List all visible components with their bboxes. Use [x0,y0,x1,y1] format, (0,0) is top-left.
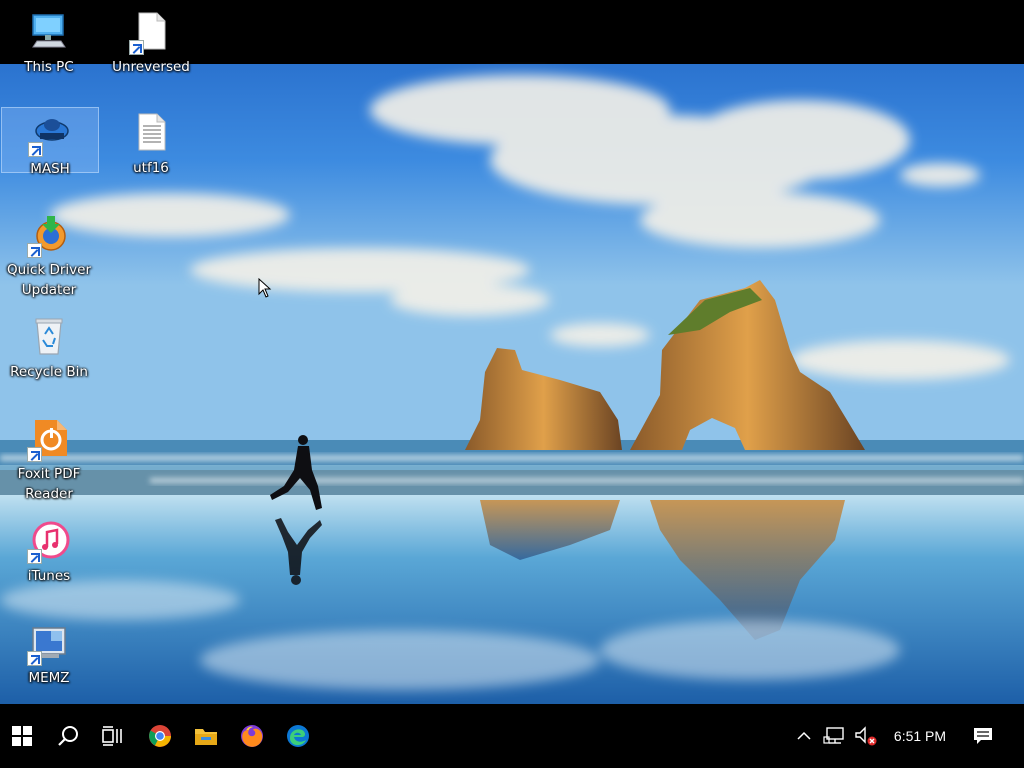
shortcut-arrow-icon [28,142,43,157]
network-tray-button[interactable] [822,704,846,768]
edge-icon [287,725,309,747]
desktop-icon-recycle-bin[interactable]: Recycle Bin [0,311,98,407]
desktop-icon-mash[interactable]: MASH [1,107,99,177]
desktop-icon-itunes[interactable]: iTunes [0,515,98,611]
windows-start-icon [12,726,32,746]
chrome-taskbar-button[interactable] [138,704,182,768]
desktop-icon-label: Quick Driver Updater [6,262,91,298]
desktop-icon-utf16[interactable]: utf16 [102,107,200,203]
desktop-icon-label: Unreversed [112,59,190,75]
desktop-icon-label: utf16 [133,160,169,176]
action-center-icon [974,728,992,744]
quick-driver-updater-icon [27,214,71,258]
start-button[interactable] [0,704,44,768]
desktop-icon-memz[interactable]: MEMZ [0,617,98,713]
network-icon [823,727,844,744]
show-hidden-icons-button[interactable] [792,704,816,768]
itunes-icon [27,520,71,564]
chrome-icon [149,725,171,747]
desktop-icon-unreversed[interactable]: Unreversed [102,6,200,102]
desktop-icon-foxit-pdf-reader[interactable]: Foxit PDF Reader [0,413,98,509]
file-explorer-taskbar-button[interactable] [184,704,228,768]
search-button[interactable] [46,704,90,768]
desktop-wallpaper [0,0,1024,704]
memz-icon [27,622,71,666]
desktop-icon-quick-driver-updater[interactable]: Quick Driver Updater [0,209,98,305]
firefox-icon [241,725,263,747]
desktop-icon-label: iTunes [27,568,71,584]
shortcut-arrow-icon [27,549,42,564]
desktop-icon-label: Recycle Bin [10,364,88,380]
shortcut-arrow-icon [27,447,42,462]
desktop-icon-this-pc[interactable]: This PC [0,6,98,102]
foxit-pdf-icon [27,418,71,462]
desktop-icon-label: MASH [30,161,70,177]
shortcut-arrow-icon [27,651,42,666]
desktop-icon-label: This PC [24,59,74,75]
edge-taskbar-button[interactable] [276,704,320,768]
file-icon [129,11,173,55]
this-pc-icon [27,11,71,55]
firefox-taskbar-button[interactable] [230,704,274,768]
desktop-icon-label: MEMZ [28,670,70,686]
shortcut-arrow-icon [129,40,144,55]
text-file-icon [129,112,173,156]
search-icon [58,726,78,746]
taskbar: 6:51 PM [0,704,1024,768]
taskbar-clock[interactable]: 6:51 PM [886,704,954,768]
recycle-bin-icon [27,316,71,360]
task-view-icon [102,726,122,746]
action-center-button[interactable] [968,704,998,768]
volume-tray-button[interactable] [852,704,880,768]
desktop-icon-label: Foxit PDF Reader [17,466,81,502]
mouse-cursor-icon [258,277,272,302]
shortcut-arrow-icon [27,243,42,258]
show-desktop-button[interactable] [1018,704,1024,768]
task-view-button[interactable] [90,704,134,768]
chevron-up-icon [797,731,811,740]
file-explorer-icon [195,729,217,745]
mash-icon [28,113,72,157]
volume-muted-icon [855,726,877,746]
